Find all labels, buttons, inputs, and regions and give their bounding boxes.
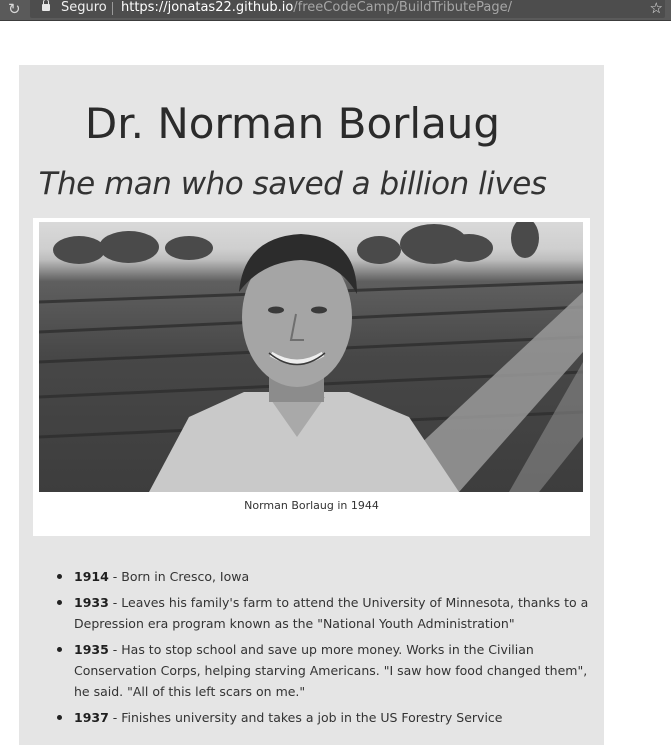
timeline-item: 1933 - Leaves his family's farm to atten… [57, 592, 594, 634]
timeline-year: 1914 [74, 569, 109, 584]
address-bar[interactable]: Seguro https://jonatas22.github.io/freeC… [30, 0, 665, 18]
reload-icon[interactable]: ↻ [8, 1, 21, 18]
timeline-year: 1937 [74, 710, 109, 725]
browser-toolbar: ↻ Seguro https://jonatas22.github.io/fre… [0, 0, 671, 21]
star-icon[interactable]: ☆ [650, 0, 663, 17]
timeline-text: - Leaves his family's farm to attend the… [74, 595, 589, 631]
secure-label[interactable]: Seguro [61, 0, 107, 16]
timeline-year: 1933 [74, 595, 109, 610]
url-path: /freeCodeCamp/BuildTributePage/ [293, 0, 512, 15]
url-host: https://jonatas22.github.io [121, 0, 294, 15]
address-separator [112, 2, 113, 15]
timeline-text: - Finishes university and takes a job in… [108, 710, 503, 725]
portrait-photo-drawing [39, 222, 583, 492]
portrait-photo [39, 222, 583, 492]
timeline-item: 1937 - Finishes university and takes a j… [57, 707, 594, 728]
timeline-list: 1914 - Born in Cresco, Iowa 1933 - Leave… [57, 566, 594, 733]
timeline-item: 1935 - Has to stop school and save up mo… [57, 639, 594, 702]
tribute-figure: Norman Borlaug in 1944 [33, 218, 590, 536]
lock-icon[interactable] [42, 0, 50, 11]
timeline-text: - Born in Cresco, Iowa [108, 569, 250, 584]
page-subtitle: The man who saved a billion lives [38, 166, 547, 202]
timeline-text: - Has to stop school and save up more mo… [74, 642, 588, 699]
timeline-item: 1914 - Born in Cresco, Iowa [57, 566, 594, 587]
page-title: Dr. Norman Borlaug [84, 99, 501, 148]
image-caption: Norman Borlaug in 1944 [244, 499, 379, 512]
timeline-year: 1935 [74, 642, 109, 657]
url-text[interactable]: https://jonatas22.github.io/freeCodeCamp… [121, 0, 512, 16]
